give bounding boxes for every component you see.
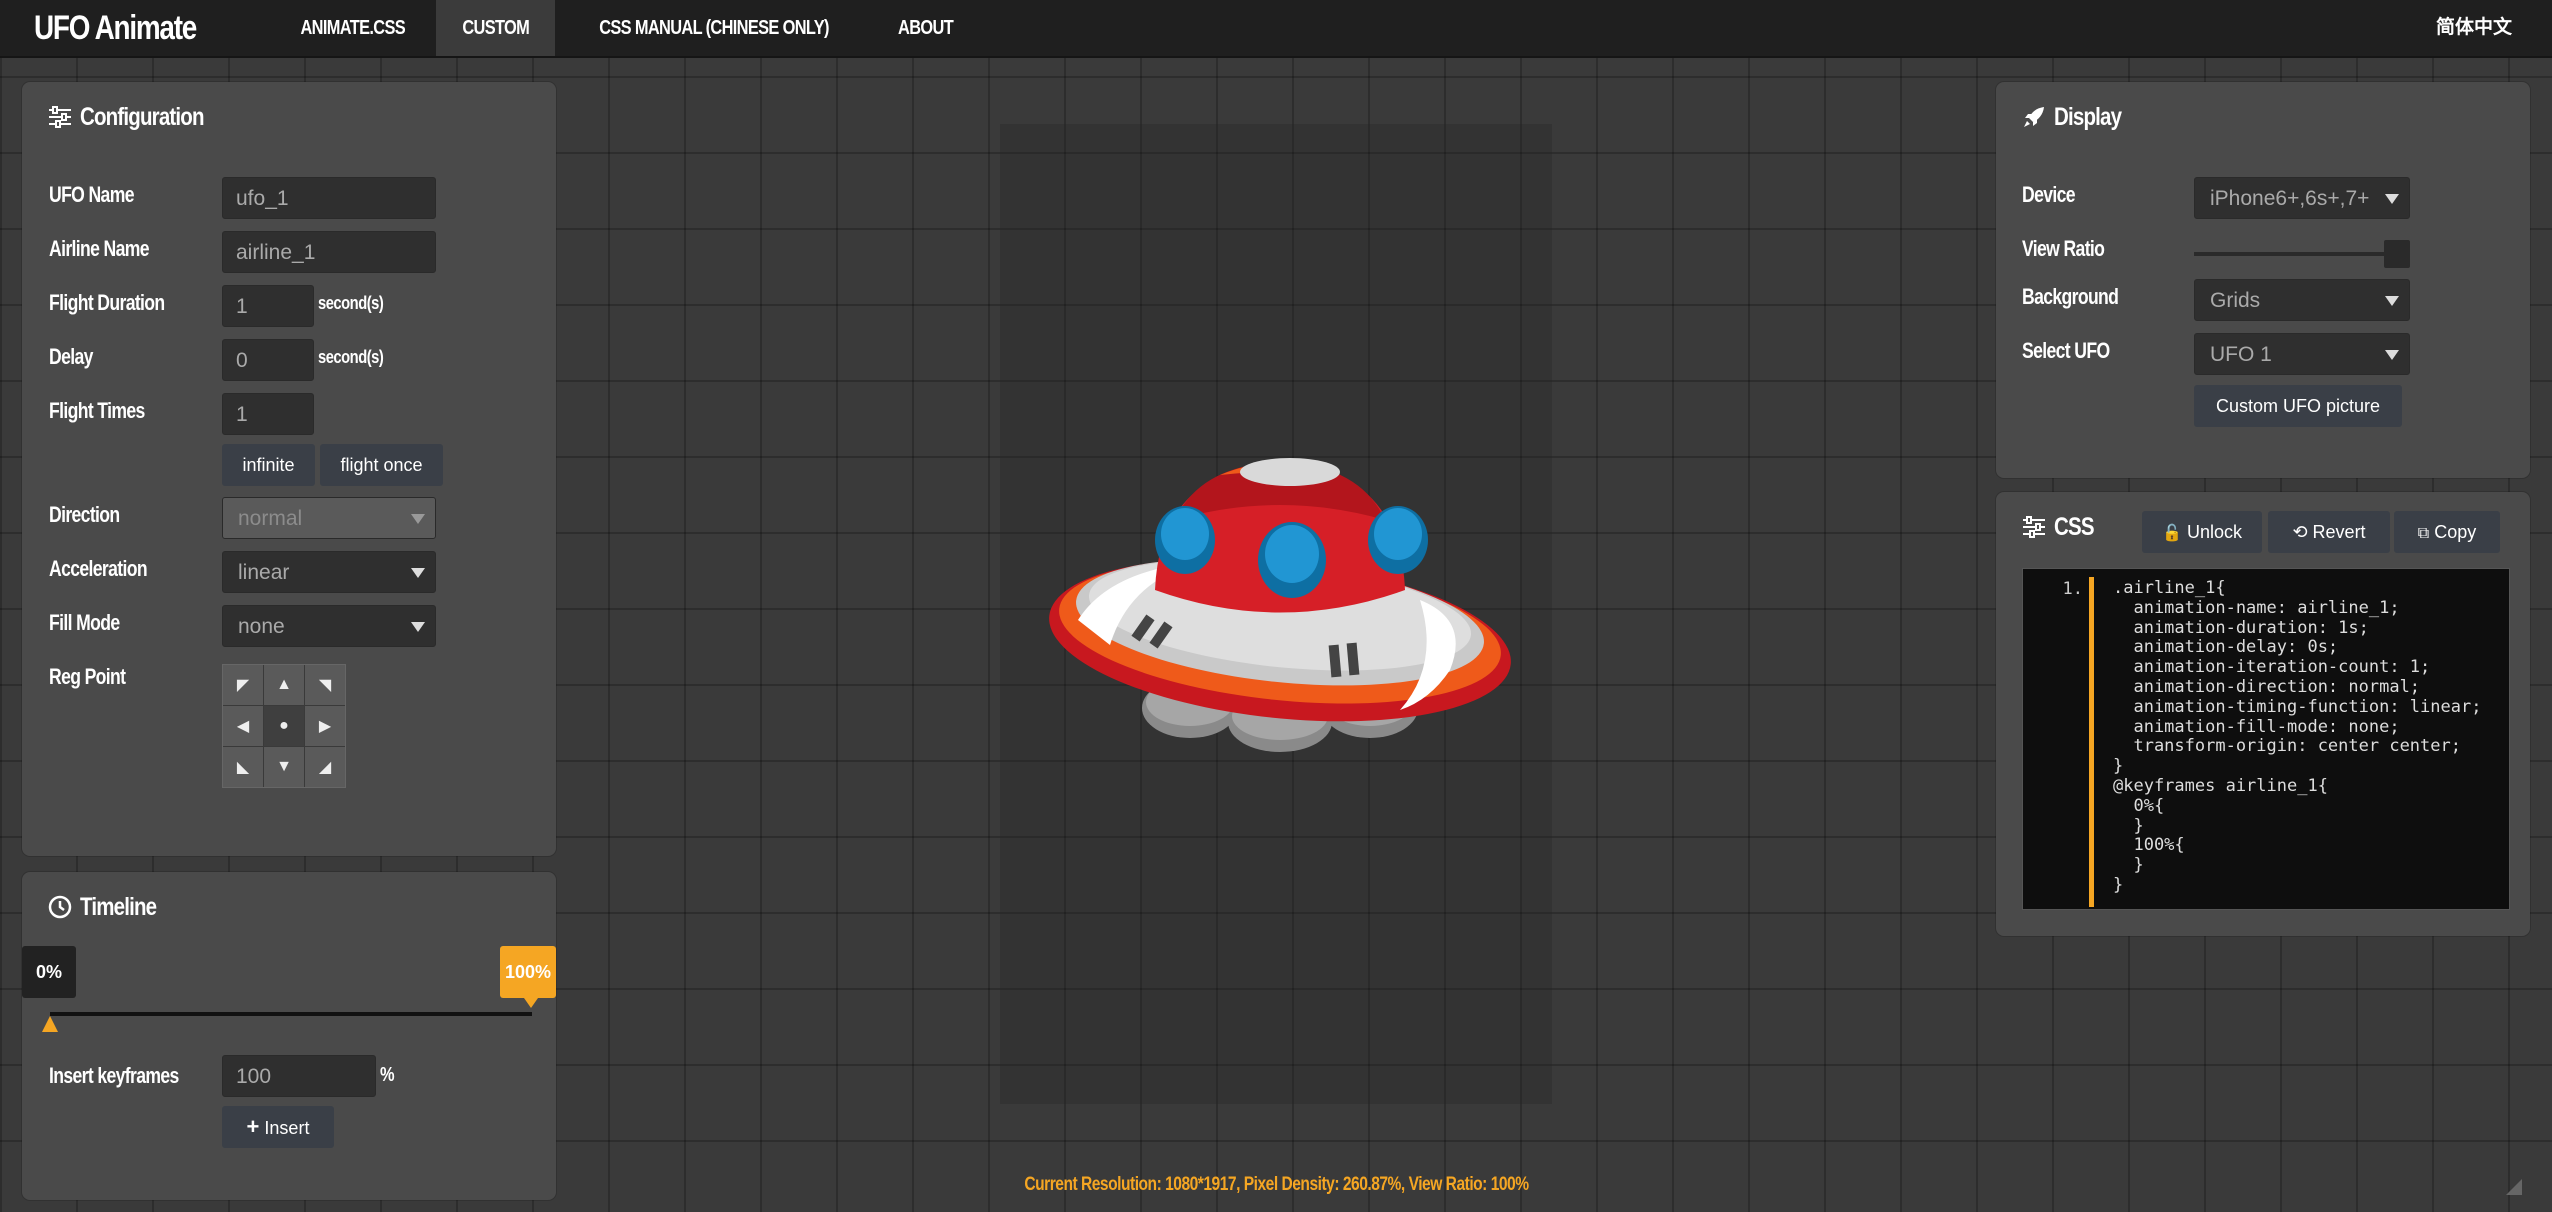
timeline-end-badge[interactable]: 100% [500,946,556,1008]
flight-times-input[interactable]: 1 [222,393,314,435]
select-ufo-value: UFO 1 [2210,343,2272,366]
plus-icon: + [246,1114,260,1139]
chevron-down-icon [411,622,425,632]
reg-point-top-left[interactable]: ◤ [223,665,263,705]
direction-label: Direction [49,502,120,527]
sliders-icon [49,106,71,128]
flight-duration-unit: second(s) [318,293,384,313]
timeline-title: Timeline [48,872,173,942]
copy-button[interactable]: ⧉ Copy [2394,511,2500,553]
css-title: CSS [2022,492,2102,562]
rocket-icon [2024,107,2044,127]
reg-point-left[interactable]: ◀ [223,706,263,746]
delay-unit: second(s) [318,347,384,367]
reg-point-bottom-right[interactable]: ◢ [305,747,345,787]
flight-once-button[interactable]: flight once [320,444,443,486]
timeline-panel: Timeline [22,872,556,1200]
line-number: 1. [2062,579,2083,599]
chevron-down-icon [411,568,425,578]
css-code-editor[interactable]: 1. .airline_1{ animation-name: airline_1… [2022,568,2510,910]
css-code-text[interactable]: .airline_1{ animation-name: airline_1; a… [2113,578,2481,896]
unlock-button[interactable]: 🔓 Unlock [2142,511,2262,553]
timeline-playhead-marker[interactable] [42,1016,58,1032]
status-bar: Current Resolution: 1080*1917, Pixel Den… [1023,1174,1529,1195]
delay-label: Delay [49,344,93,369]
reg-point-grid: ◤ ▲ ◥ ◀ ● ▶ ◣ ▼ ◢ [222,664,346,788]
revert-icon: ⟲ [2292,522,2308,542]
airline-name-label: Airline Name [49,236,150,261]
reg-point-label: Reg Point [49,664,126,689]
reg-point-bottom[interactable]: ▼ [264,747,304,787]
brand-logo[interactable]: UFO Animate [34,0,232,56]
chevron-down-icon [2385,296,2399,306]
unlock-icon: 🔓 [2162,525,2182,542]
background-value: Grids [2210,289,2261,312]
reg-point-right[interactable]: ▶ [305,706,345,746]
display-title: Display [2022,82,2136,152]
acceleration-label: Acceleration [49,556,148,581]
flight-duration-label: Flight Duration [49,290,165,315]
reg-point-top-right[interactable]: ◥ [305,665,345,705]
insert-keyframe-button[interactable]: + Insert [222,1106,334,1148]
chevron-down-icon [411,514,425,524]
view-ratio-slider[interactable] [2194,240,2410,268]
resize-corner-icon[interactable] [2502,1175,2526,1199]
acceleration-select[interactable]: linear [222,551,436,593]
select-ufo-select[interactable]: UFO 1 [2194,333,2410,375]
configuration-title: Configuration [48,82,231,152]
timeline-track[interactable] [50,1012,532,1016]
flight-times-label: Flight Times [49,398,145,423]
fill-mode-label: Fill Mode [49,610,120,635]
reg-point-top[interactable]: ▲ [264,665,304,705]
acceleration-value: linear [238,561,290,584]
unlock-label: Unlock [2186,522,2242,542]
insert-keyframes-label: Insert keyframes [49,1063,179,1088]
background-label: Background [2022,284,2119,309]
nav-about[interactable]: ABOUT [873,0,978,56]
copy-icon: ⧉ [2417,525,2430,542]
ufo-image[interactable] [1040,450,1520,780]
language-switch[interactable]: 简体中文 [2436,0,2512,56]
device-value: iPhone6+,6s+,7+ [2210,187,2370,210]
clock-icon [48,895,72,919]
view-ratio-label: View Ratio [2022,236,2105,261]
view-ratio-slider-handle[interactable] [2384,240,2410,268]
top-navbar: UFO Animate ANIMATE.CSS CUSTOM CSS MANUA… [0,0,2552,58]
flight-duration-input[interactable]: 1 [222,285,314,327]
code-accent-bar [2089,577,2094,907]
copy-label: Copy [2434,522,2477,542]
nav-css-manual[interactable]: CSS MANUAL (CHINESE ONLY) [555,0,873,56]
insert-button-label: Insert [264,1118,310,1138]
direction-value: normal [238,507,303,530]
insert-keyframe-input[interactable]: 100 [222,1055,376,1097]
percent-unit: % [380,1064,395,1086]
ufo-name-input[interactable]: ufo_1 [222,177,436,219]
ufo-name-label: UFO Name [49,182,135,207]
background-select[interactable]: Grids [2194,279,2410,321]
device-label: Device [2022,182,2076,207]
timeline-start-badge[interactable]: 0% [22,946,76,998]
sliders-icon [2023,516,2045,538]
direction-select[interactable]: normal [222,497,436,539]
revert-button[interactable]: ⟲ Revert [2268,511,2390,553]
main-nav: ANIMATE.CSS CUSTOM CSS MANUAL (CHINESE O… [270,0,978,56]
delay-input[interactable]: 0 [222,339,314,381]
select-ufo-label: Select UFO [2022,338,2110,363]
fill-mode-select[interactable]: none [222,605,436,647]
revert-label: Revert [2312,522,2366,542]
custom-ufo-picture-button[interactable]: Custom UFO picture [2194,385,2402,427]
chevron-down-icon [2385,194,2399,204]
chevron-down-icon [2385,350,2399,360]
reg-point-center[interactable]: ● [264,706,304,746]
nav-custom[interactable]: CUSTOM [435,0,555,56]
device-select[interactable]: iPhone6+,6s+,7+ [2194,177,2410,219]
reg-point-bottom-left[interactable]: ◣ [223,747,263,787]
fill-mode-value: none [238,615,285,638]
nav-animate-css[interactable]: ANIMATE.CSS [270,0,436,56]
airline-name-input[interactable]: airline_1 [222,231,436,273]
infinite-button[interactable]: infinite [222,444,315,486]
